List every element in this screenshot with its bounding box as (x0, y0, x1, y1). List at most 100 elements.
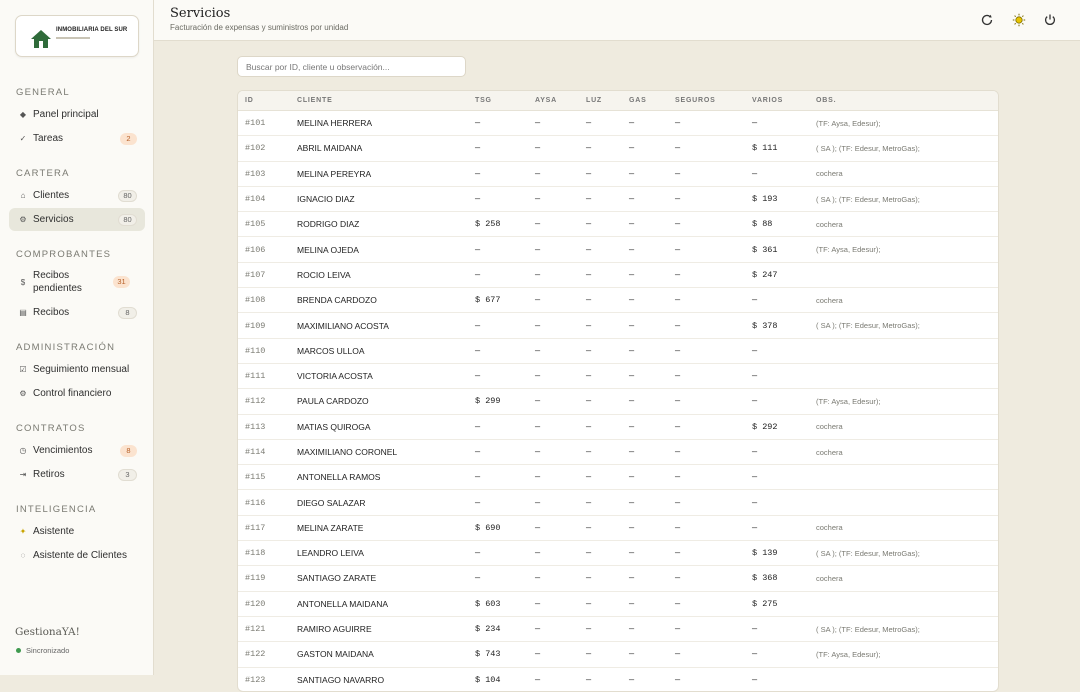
cell-id: #106 (238, 237, 290, 262)
company-logo[interactable]: INMOBILIARIA DEL SUR (15, 15, 139, 57)
table-row[interactable]: #110MARCOS ULLOA—————— (238, 338, 998, 363)
table-row[interactable]: #105RODRIGO DIAZ$ 258————$ 88cochera (238, 212, 998, 237)
table-row[interactable]: #123SANTIAGO NAVARRO$ 104————— (238, 667, 998, 692)
sidebar-item-asistente-clientes[interactable]: ◌ Asistente de Clientes (9, 544, 145, 567)
cell-cliente: MELINA HERRERA (290, 111, 468, 136)
cell-aysa: — (528, 186, 579, 211)
cell-aysa: — (528, 591, 579, 616)
table-row[interactable]: #112PAULA CARDOZO$ 299—————(TF: Aysa, Ed… (238, 389, 998, 414)
sidebar-item-control[interactable]: ⚙ Control financiero (9, 382, 145, 405)
cell-tsg: — (468, 338, 528, 363)
cell-id: #117 (238, 515, 290, 540)
sidebar-item-label: Control financiero (33, 387, 145, 400)
count-badge: 31 (113, 276, 130, 288)
cell-seguros: — (668, 161, 745, 186)
cell-aysa: — (528, 288, 579, 313)
column-header[interactable]: VARIOS (745, 91, 809, 111)
cell-luz: — (579, 490, 622, 515)
table-row[interactable]: #101MELINA HERRERA——————(TF: Aysa, Edesu… (238, 111, 998, 136)
cell-seguros: — (668, 389, 745, 414)
settings-icon: ⚙ (17, 215, 29, 224)
table-row[interactable]: #118LEANDRO LEIVA—————$ 139( SA ); (TF: … (238, 541, 998, 566)
sidebar-item-label: Asistente de Clientes (33, 549, 145, 562)
cell-tsg: — (468, 111, 528, 136)
cell-aysa: — (528, 338, 579, 363)
cell-tsg: $ 234 (468, 616, 528, 641)
count-badge: 8 (120, 445, 137, 457)
sidebar-item-asistente[interactable]: ✦ Asistente (9, 520, 145, 543)
sidebar-item-vencimientos[interactable]: ◷ Vencimientos 8 (9, 439, 145, 462)
power-icon[interactable] (1043, 13, 1057, 27)
cell-luz: — (579, 541, 622, 566)
clock-icon: ◷ (17, 446, 29, 455)
column-header[interactable]: OBS. (809, 91, 998, 111)
refresh-icon[interactable] (980, 13, 994, 27)
sidebar-item-servicios[interactable]: ⚙ Servicios 80 (9, 208, 145, 231)
column-header[interactable]: CLIENTE (290, 91, 468, 111)
column-header[interactable]: ID (238, 91, 290, 111)
header: Servicios Facturación de expensas y sumi… (154, 0, 1080, 41)
exit-icon: ⇥ (17, 470, 29, 479)
cell-cliente: MAXIMILIANO ACOSTA (290, 313, 468, 338)
cell-obs: (TF: Aysa, Edesur); (809, 111, 998, 136)
count-badge: 2 (120, 133, 137, 145)
table-row[interactable]: #121RAMIRO AGUIRRE$ 234—————( SA ); (TF:… (238, 616, 998, 641)
table-row[interactable]: #109MAXIMILIANO ACOSTA—————$ 378( SA ); … (238, 313, 998, 338)
cell-seguros: — (668, 642, 745, 667)
cell-gas: — (622, 490, 668, 515)
table-row[interactable]: #116DIEGO SALAZAR—————— (238, 490, 998, 515)
sparkle-icon: ✦ (17, 527, 29, 536)
column-header[interactable]: LUZ (579, 91, 622, 111)
cell-tsg: — (468, 465, 528, 490)
cell-varios: $ 378 (745, 313, 809, 338)
cell-gas: — (622, 288, 668, 313)
sidebar-item-retiros[interactable]: ⇥ Retiros 3 (9, 463, 145, 486)
table-header-row: ID CLIENTE TSG AYSA LUZ GAS SEGUROS VARI… (238, 91, 998, 111)
table-row[interactable]: #113MATIAS QUIROGA—————$ 292cochera (238, 414, 998, 439)
sun-icon[interactable] (1012, 13, 1026, 27)
cell-seguros: — (668, 515, 745, 540)
column-header[interactable]: GAS (622, 91, 668, 111)
table-row[interactable]: #107ROCIO LEIVA—————$ 247 (238, 262, 998, 287)
cell-aysa: — (528, 465, 579, 490)
table-row[interactable]: #114MAXIMILIANO CORONEL——————cochera (238, 439, 998, 464)
table-row[interactable]: #122GASTON MAIDANA$ 743—————(TF: Aysa, E… (238, 642, 998, 667)
table-row[interactable]: #120ANTONELLA MAIDANA$ 603————$ 275 (238, 591, 998, 616)
cell-aysa: — (528, 111, 579, 136)
column-header[interactable]: TSG (468, 91, 528, 111)
cell-id: #122 (238, 642, 290, 667)
sidebar-item-panel[interactable]: ◆ Panel principal (9, 103, 145, 126)
sidebar-item-clientes[interactable]: ⌂ Clientes 80 (9, 184, 145, 207)
cell-cliente: RODRIGO DIAZ (290, 212, 468, 237)
sidebar-item-recibos-pendientes[interactable]: $ Recibos pendientes 31 (9, 267, 145, 297)
cell-cliente: SANTIAGO ZARATE (290, 566, 468, 591)
cell-obs (809, 667, 998, 692)
table-row[interactable]: #115ANTONELLA RAMOS—————— (238, 465, 998, 490)
cell-gas: — (622, 465, 668, 490)
cell-gas: — (622, 313, 668, 338)
table-row[interactable]: #117MELINA ZARATE$ 690—————cochera (238, 515, 998, 540)
cell-gas: — (622, 363, 668, 388)
table-row[interactable]: #108BRENDA CARDOZO$ 677—————cochera (238, 288, 998, 313)
cell-varios: — (745, 389, 809, 414)
cell-obs: (TF: Aysa, Edesur); (809, 642, 998, 667)
cell-seguros: — (668, 186, 745, 211)
sidebar-item-recibos[interactable]: ▤ Recibos 8 (9, 301, 145, 324)
section-comprobantes: COMPROBANTES (16, 249, 111, 260)
table-row[interactable]: #102ABRIL MAIDANA—————$ 111( SA ); (TF: … (238, 136, 998, 161)
table-row[interactable]: #104IGNACIO DIAZ—————$ 193( SA ); (TF: E… (238, 186, 998, 211)
cell-aysa: — (528, 389, 579, 414)
table-row[interactable]: #119SANTIAGO ZARATE—————$ 368cochera (238, 566, 998, 591)
cell-tsg: $ 299 (468, 389, 528, 414)
cell-cliente: MELINA OJEDA (290, 237, 468, 262)
cell-gas: — (622, 389, 668, 414)
sidebar-item-seguimiento[interactable]: ☑ Seguimiento mensual (9, 358, 145, 381)
table-row[interactable]: #111VICTORIA ACOSTA—————— (238, 363, 998, 388)
table-row[interactable]: #103MELINA PEREYRA——————cochera (238, 161, 998, 186)
search-input[interactable] (237, 56, 466, 77)
sidebar-item-tareas[interactable]: ✓ Tareas 2 (9, 127, 145, 150)
cell-tsg: — (468, 414, 528, 439)
column-header[interactable]: SEGUROS (668, 91, 745, 111)
column-header[interactable]: AYSA (528, 91, 579, 111)
table-row[interactable]: #106MELINA OJEDA—————$ 361(TF: Aysa, Ede… (238, 237, 998, 262)
